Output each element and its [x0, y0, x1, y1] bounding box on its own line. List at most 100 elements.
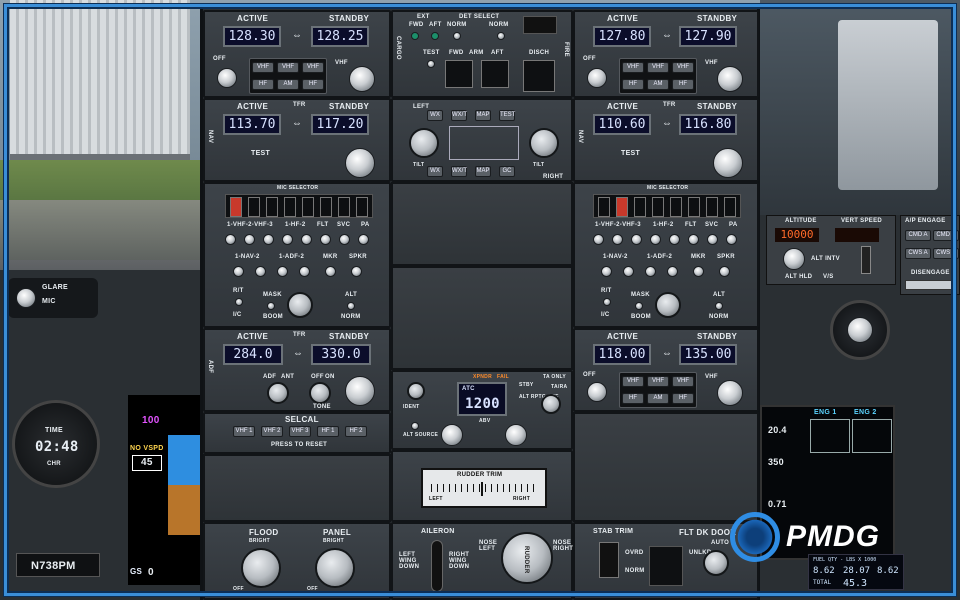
rudder-trim-knob[interactable]: RUDDER [501, 532, 553, 584]
acp-right-mic-hf2[interactable] [670, 197, 682, 217]
nav1-transfer-button[interactable]: ⇔ [290, 119, 304, 129]
acp-left-mic-vhf2[interactable] [248, 197, 260, 217]
acp-left-mic-hf1[interactable] [284, 197, 296, 217]
comm2-transfer-button[interactable]: ⇔ [660, 31, 674, 41]
acp-right-mic-vhf1[interactable] [598, 197, 610, 217]
acp-left-vol-nav2[interactable] [255, 266, 266, 277]
acp-right-alt-norm-switch[interactable] [715, 302, 723, 310]
cws-b-button[interactable]: CWS B [933, 248, 959, 259]
cmd-b-button[interactable]: CMD B [933, 230, 959, 241]
adf-tuning-knob[interactable] [345, 376, 375, 406]
comm3-hf2-button[interactable]: HF [672, 393, 694, 404]
wxr-left-wxt-button[interactable]: WX/T [451, 110, 467, 121]
comm2-tuning-knob[interactable] [717, 66, 743, 92]
acp-right-nav-filter-knob[interactable] [655, 292, 681, 318]
wxr-right-wxt-button[interactable]: WX/T [451, 166, 467, 177]
acp-left-vol-mkr[interactable] [325, 266, 336, 277]
atc-right-code-knob[interactable] [505, 424, 527, 446]
acp-left-vol-hf2[interactable] [301, 234, 312, 245]
wxr-gc-button[interactable]: GC [499, 166, 515, 177]
acp-left-vol-hf1[interactable] [282, 234, 293, 245]
comm3-tuning-knob[interactable] [717, 380, 743, 406]
wxr-right-wx-button[interactable]: WX [427, 166, 443, 177]
comm2-hf2-button[interactable]: HF [672, 79, 694, 90]
standby-gauge-knob[interactable] [847, 317, 873, 343]
acp-right-vol-vhf2[interactable] [612, 234, 623, 245]
selcal-vhf1-button[interactable]: VHF 1 [233, 426, 255, 437]
acp-left-vol-svc[interactable] [339, 234, 350, 245]
vs-wheel[interactable] [861, 246, 871, 274]
door-lock-knob[interactable] [703, 550, 729, 576]
comm1-transfer-button[interactable]: ⇔ [290, 31, 304, 41]
acp-right-mask-boom-switch[interactable] [635, 302, 643, 310]
comm2-vhf2-button[interactable]: VHF [647, 62, 669, 73]
disengage-bar[interactable] [905, 280, 957, 290]
acp-right-vol-svc[interactable] [707, 234, 718, 245]
comm1-vhf2-button[interactable]: VHF [277, 62, 299, 73]
acp-right-mic-vhf2[interactable] [616, 197, 628, 217]
nav2-transfer-button[interactable]: ⇔ [660, 119, 674, 129]
comm2-am-button[interactable]: AM [647, 79, 669, 90]
comm1-vhf1-button[interactable]: VHF [252, 62, 274, 73]
fwd-arm-button[interactable] [445, 60, 473, 88]
acp-left-rt-ic-switch[interactable] [235, 298, 243, 306]
acp-right-vol-nav1[interactable] [601, 266, 612, 277]
det-select-fwd-switch[interactable] [453, 32, 461, 40]
stab-trim-override-switch[interactable] [599, 542, 619, 578]
cws-a-button[interactable]: CWS A [905, 248, 931, 259]
wxr-test-button[interactable]: TEST [499, 110, 515, 121]
acp-left-mic-svc[interactable] [338, 197, 350, 217]
mic-switch[interactable] [16, 288, 36, 308]
acp-left-mic-vhf1[interactable] [230, 197, 242, 217]
wxr-right-map-button[interactable]: MAP [475, 166, 491, 177]
selcal-hf2-button[interactable]: HF 2 [345, 426, 367, 437]
disch-button[interactable] [523, 60, 555, 92]
atc-ident-knob[interactable] [407, 382, 425, 400]
comm3-hf1-button[interactable]: HF [622, 393, 644, 404]
comm2-hf1-button[interactable]: HF [622, 79, 644, 90]
nav2-tuning-knob[interactable] [713, 148, 743, 178]
selcal-hf1-button[interactable]: HF 1 [317, 426, 339, 437]
wxr-left-wx-button[interactable]: WX [427, 110, 443, 121]
acp-right-vol-spkr[interactable] [719, 266, 730, 277]
cargo-test-switch[interactable] [427, 60, 435, 68]
acp-right-vol-mkr[interactable] [693, 266, 704, 277]
alt-source-switch[interactable] [411, 422, 419, 430]
acp-right-vol-hf2[interactable] [669, 234, 680, 245]
adf-tone-switch[interactable] [309, 382, 331, 404]
acp-right-vol-vhf3[interactable] [631, 234, 642, 245]
acp-left-vol-vhf3[interactable] [263, 234, 274, 245]
comm3-am-button[interactable]: AM [647, 393, 669, 404]
comm1-vhf3-button[interactable]: VHF [302, 62, 324, 73]
comm1-am-button[interactable]: AM [277, 79, 299, 90]
aft-arm-button[interactable] [481, 60, 509, 88]
comm1-hf2-button[interactable]: HF [302, 79, 324, 90]
acp-right-mic-flt[interactable] [688, 197, 700, 217]
acp-right-vol-adf2[interactable] [667, 266, 678, 277]
acp-right-rt-ic-switch[interactable] [603, 298, 611, 306]
selcal-vhf2-button[interactable]: VHF 2 [261, 426, 283, 437]
comm3-test-knob[interactable] [587, 382, 607, 402]
comm1-test-knob[interactable] [217, 68, 237, 88]
atc-left-code-knob[interactable] [441, 424, 463, 446]
wxr-right-tilt-knob[interactable] [529, 128, 559, 158]
acp-left-vol-vhf1[interactable] [225, 234, 236, 245]
acp-right-mic-svc[interactable] [706, 197, 718, 217]
acp-left-vol-vhf2[interactable] [244, 234, 255, 245]
acp-right-mic-hf1[interactable] [652, 197, 664, 217]
selcal-vhf3-button[interactable]: VHF 3 [289, 426, 311, 437]
aileron-trim-switch[interactable] [431, 540, 443, 592]
acp-left-vol-nav1[interactable] [233, 266, 244, 277]
acp-left-alt-norm-switch[interactable] [347, 302, 355, 310]
acp-left-mic-pa[interactable] [356, 197, 368, 217]
acp-left-vol-adf2[interactable] [299, 266, 310, 277]
panel-knob[interactable] [315, 548, 355, 588]
flood-knob[interactable] [241, 548, 281, 588]
acp-left-vol-spkr[interactable] [351, 266, 362, 277]
wxr-left-map-button[interactable]: MAP [475, 110, 491, 121]
comm2-vhf3-button[interactable]: VHF [672, 62, 694, 73]
acp-left-nav-filter-knob[interactable] [287, 292, 313, 318]
atc-mode-knob[interactable] [541, 394, 561, 414]
acp-right-vol-nav2[interactable] [623, 266, 634, 277]
comm1-tuning-knob[interactable] [349, 66, 375, 92]
